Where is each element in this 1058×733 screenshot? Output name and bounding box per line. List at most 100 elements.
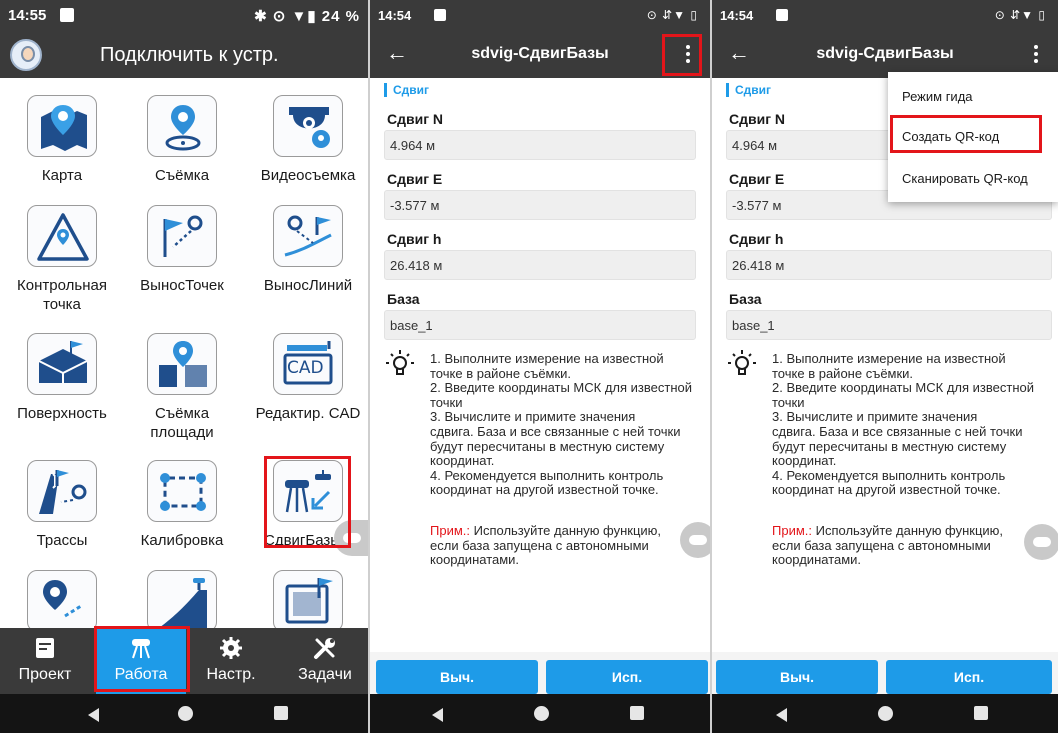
grid-label: Съёмка площади xyxy=(150,405,214,441)
shift-h-label: Сдвиг h xyxy=(729,231,784,247)
menu-item-guide-mode[interactable]: Режим гида xyxy=(902,89,973,104)
shift-h-field[interactable]: 26.418 м xyxy=(384,250,696,280)
slope-icon xyxy=(147,570,217,632)
base-shift-screen: 14:54 ⊙ ⇵▼ ▯ ← sdvig-СдвигБазы Сдвиг Сдв… xyxy=(370,0,710,733)
status-indicators: ⊙ ⇵▼ ▯ xyxy=(646,8,698,22)
control-point-icon xyxy=(27,205,97,267)
grid-item-survey[interactable]: Съёмка xyxy=(122,95,242,185)
grid-item-map[interactable]: Карта xyxy=(2,95,122,185)
tab-settings[interactable]: Настр. xyxy=(186,628,276,694)
notification-icon xyxy=(60,8,74,22)
tab-label: Проект xyxy=(18,666,72,683)
grid-item-surface[interactable]: Поверхность xyxy=(2,333,122,423)
shift-n-field[interactable]: 4.964 м xyxy=(384,130,696,160)
status-time: 14:54 xyxy=(378,8,412,23)
menu-item-create-qr[interactable]: Создать QR-код xyxy=(902,129,999,144)
shift-n-label: Сдвиг N xyxy=(729,111,786,127)
status-bar: 14:55 ✱ ⊙ ▼▮ 24 % xyxy=(0,0,368,32)
recents-icon[interactable] xyxy=(630,706,644,720)
home-icon[interactable] xyxy=(878,706,893,721)
base-shift-menu-screen: 14:54 ⊙ ⇵▼ ▯ ← sdvig-СдвигБазы Сдвиг Сдв… xyxy=(712,0,1058,733)
recents-icon[interactable] xyxy=(974,706,988,720)
base-field[interactable]: base_1 xyxy=(384,310,696,340)
more-menu-icon[interactable] xyxy=(686,45,690,63)
overflow-menu: Режим гида Создать QR-код Сканировать QR… xyxy=(888,72,1058,202)
grid-item-routes[interactable]: Трассы xyxy=(2,460,122,550)
apply-button[interactable]: Исп. xyxy=(546,660,708,694)
hint-block: 1. Выполните измерение на известной точк… xyxy=(370,342,710,642)
back-icon[interactable] xyxy=(88,708,99,722)
connect-device-title[interactable]: Подключить к устр. xyxy=(100,44,279,67)
tab-label: Настр. xyxy=(206,666,256,683)
hint-block: 1. Выполните измерение на известной точк… xyxy=(712,342,1058,642)
grid-item-stakeout-lines[interactable]: ВыносЛиний xyxy=(248,205,368,295)
apply-button[interactable]: Исп. xyxy=(886,660,1052,694)
more-menu-icon[interactable] xyxy=(1034,45,1038,63)
grid-item-area-survey[interactable]: Съёмка площади xyxy=(122,333,242,442)
status-bar: 14:54 ⊙ ⇵▼ ▯ xyxy=(370,0,710,30)
app-header: Подключить к устр. xyxy=(0,32,368,78)
camera-icon xyxy=(273,95,343,157)
page-title: sdvig-СдвигБазы xyxy=(471,45,609,62)
toolbar: ← sdvig-СдвигБазы xyxy=(370,30,710,78)
base-label: База xyxy=(387,291,420,307)
stakeout-point-icon xyxy=(147,205,217,267)
flag-map-icon xyxy=(273,570,343,632)
stakeout-line-icon xyxy=(273,205,343,267)
recents-icon[interactable] xyxy=(274,706,288,720)
grid-item-cad-edit[interactable]: CAD Редактир. CAD xyxy=(248,333,368,423)
base-field[interactable]: base_1 xyxy=(726,310,1052,340)
surface-icon xyxy=(27,333,97,395)
hint-text: 1. Выполните измерение на известной точк… xyxy=(430,351,692,498)
shift-e-field[interactable]: -3.577 м xyxy=(384,190,696,220)
grid-item-slope[interactable] xyxy=(122,570,242,632)
status-indicators: ✱ ⊙ ▼▮ 24 % xyxy=(254,8,360,25)
base-label: База xyxy=(729,291,762,307)
shift-h-label: Сдвиг h xyxy=(387,231,442,247)
calculate-button[interactable]: Выч. xyxy=(376,660,538,694)
grid-item-calibration[interactable]: Калибровка xyxy=(122,460,242,550)
base-shift-icon xyxy=(273,460,343,522)
cloud-float-button[interactable] xyxy=(1024,524,1058,560)
status-time: 14:54 xyxy=(720,8,754,23)
system-nav-bar xyxy=(370,694,710,733)
back-icon[interactable] xyxy=(776,708,787,722)
calculate-button[interactable]: Выч. xyxy=(716,660,878,694)
tab-project[interactable]: Проект xyxy=(0,628,90,694)
grid-item-video[interactable]: Видеосъемка xyxy=(248,95,368,185)
calibration-icon xyxy=(147,460,217,522)
gear-icon xyxy=(220,637,242,659)
lightbulb-icon xyxy=(728,350,756,375)
map-pin-icon xyxy=(27,95,97,157)
menu-item-scan-qr[interactable]: Сканировать QR-код xyxy=(902,171,1028,186)
grid-label: Поверхность xyxy=(17,405,107,422)
cad-text: CAD xyxy=(287,358,324,378)
tab-label: Работа xyxy=(114,666,168,683)
section-heading: Сдвиг xyxy=(384,83,429,97)
home-icon[interactable] xyxy=(534,706,549,721)
notification-icon xyxy=(776,9,788,21)
project-icon xyxy=(36,638,54,658)
grid-item-flag-map[interactable] xyxy=(248,570,368,632)
grid-item-control-point[interactable]: Контрольная точка xyxy=(2,205,122,314)
system-nav-bar xyxy=(712,694,1058,733)
toolbar: ← sdvig-СдвигБазы xyxy=(712,30,1058,78)
shift-n-label: Сдвиг N xyxy=(387,111,444,127)
tab-tasks[interactable]: Задачи xyxy=(280,628,368,694)
section-heading: Сдвиг xyxy=(726,83,771,97)
note-text: Прим.: Используйте данную функцию, если … xyxy=(430,523,661,568)
avatar[interactable] xyxy=(10,39,42,71)
tools-icon xyxy=(314,638,335,659)
back-icon[interactable] xyxy=(432,708,443,722)
grid-item-stakeout-points[interactable]: ВыносТочек xyxy=(122,205,242,295)
cloud-float-button[interactable] xyxy=(334,520,368,556)
cloud-float-button[interactable] xyxy=(680,522,710,558)
home-icon[interactable] xyxy=(178,706,193,721)
grid-label: Редактир. CAD xyxy=(255,405,361,422)
bottom-navigation: Проект Работа Настр. Задачи xyxy=(0,628,368,694)
grid-label: ВыносЛиний xyxy=(263,277,353,294)
tab-work[interactable]: Работа xyxy=(96,628,186,694)
grid-item-point-nav[interactable] xyxy=(2,570,122,632)
area-survey-icon xyxy=(147,333,217,395)
shift-h-field[interactable]: 26.418 м xyxy=(726,250,1052,280)
